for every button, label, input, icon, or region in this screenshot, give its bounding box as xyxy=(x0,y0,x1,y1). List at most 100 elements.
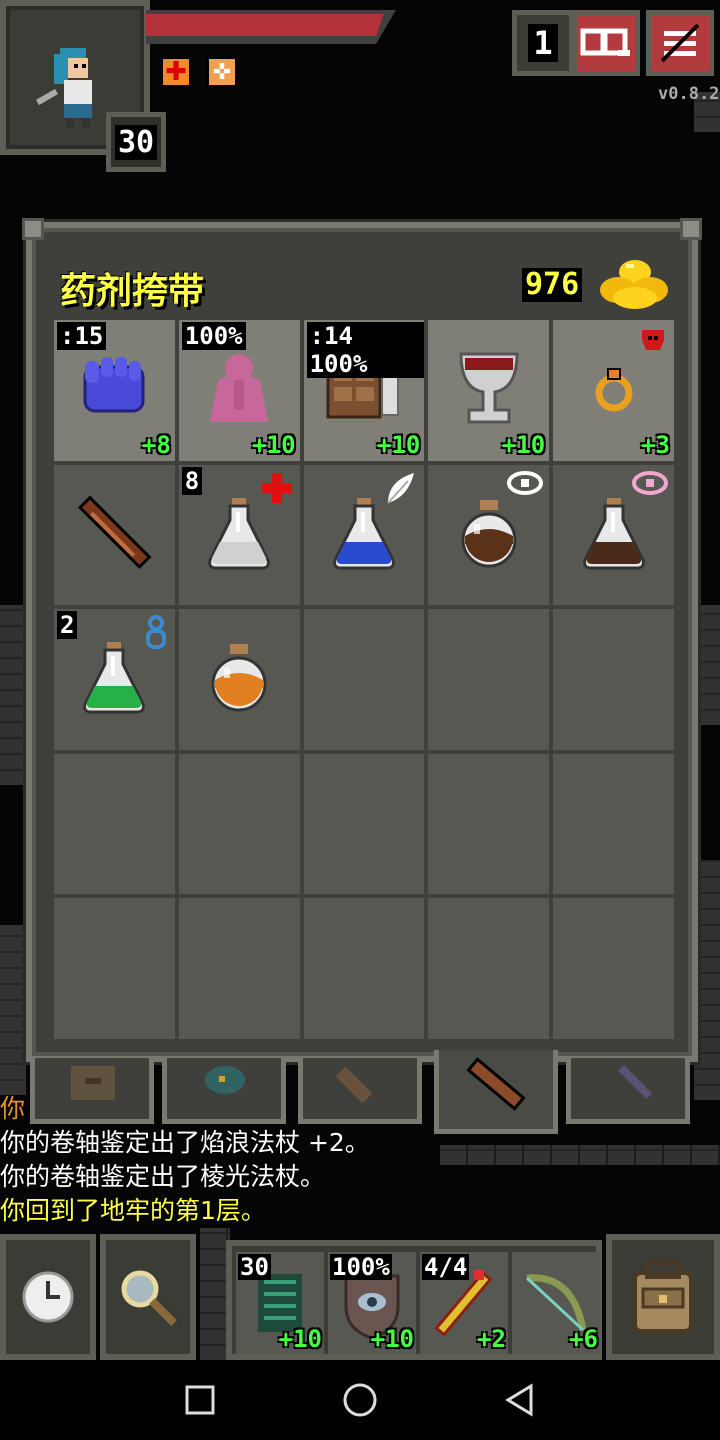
dungeon-wall xyxy=(0,925,26,1095)
slot-upgrade-label: +10 xyxy=(252,430,296,459)
wand-icon xyxy=(74,493,154,577)
feather-icon xyxy=(384,471,418,509)
inventory-slot-empty[interactable] xyxy=(426,751,552,897)
slot-top-label: 2 xyxy=(57,611,78,640)
inventory-slot-chalice[interactable]: +10 xyxy=(426,318,552,463)
journal-icon xyxy=(580,28,630,56)
blue-figure-icon xyxy=(143,615,169,653)
back-icon xyxy=(505,1383,533,1417)
inventory-slot-empty[interactable] xyxy=(551,751,676,897)
system-nav-bar xyxy=(0,1360,720,1440)
quickslot-bow[interactable]: +6 xyxy=(512,1252,600,1354)
pink-eye-icon xyxy=(631,470,668,499)
health-bar-fill xyxy=(146,14,384,36)
message-log: 你 你的卷轴鉴定出了焰浪法杖 +2。 你的卷轴鉴定出了棱光法杖。 你回到了地牢的… xyxy=(0,1092,720,1228)
slot-top-label: :14 100% xyxy=(306,322,425,378)
dungeon-wall xyxy=(0,605,26,785)
gloves-icon xyxy=(79,353,149,427)
health-bar xyxy=(146,10,396,44)
eye-icon xyxy=(507,470,544,499)
bottom-toolbar: 30 +10 100% +10 4/4 +2 +6 xyxy=(0,1228,720,1360)
log-line: 你回到了地牢的第1层。 xyxy=(0,1196,266,1225)
inventory-slot-empty[interactable] xyxy=(176,896,302,1041)
home-button[interactable] xyxy=(330,1370,390,1430)
cloak-icon xyxy=(204,350,274,430)
ring-icon xyxy=(594,363,634,417)
red-mark-icon xyxy=(638,326,668,360)
backpack-button[interactable] xyxy=(606,1234,720,1360)
potion-brown-icon xyxy=(456,498,522,572)
quickslot-bonus: +6 xyxy=(569,1325,598,1353)
bless-buff-icon[interactable]: ✜ xyxy=(206,56,238,88)
inventory-slot-potion-green[interactable]: 2 xyxy=(52,607,177,752)
regeneration-buff-icon[interactable]: ✚ xyxy=(160,56,192,88)
journal-button[interactable] xyxy=(572,10,640,76)
log-line: 你 xyxy=(0,1094,26,1123)
hero-level: 30 xyxy=(114,124,158,160)
recent-apps-button[interactable] xyxy=(170,1370,230,1430)
slot-top-label: :15 xyxy=(57,322,107,350)
quickslot-bonus: +10 xyxy=(370,1325,414,1353)
inventory-slot-gloves[interactable]: :15 +8 xyxy=(52,318,177,463)
inventory-slot-potion-blue[interactable] xyxy=(301,462,427,608)
inventory-slot-empty[interactable] xyxy=(52,896,177,1041)
slot-upgrade-label: +10 xyxy=(377,430,421,459)
inventory-slot-empty[interactable] xyxy=(301,751,427,897)
menu-button[interactable] xyxy=(646,10,714,76)
inventory-slot-potion-orange[interactable] xyxy=(176,607,302,752)
healing-cross-icon xyxy=(260,471,294,509)
inventory-slot-potion-brown[interactable] xyxy=(426,462,552,608)
clock-icon xyxy=(22,1271,74,1323)
hero-portrait-icon xyxy=(35,48,92,128)
inventory-slot-spellbook[interactable]: :14 100% +10 xyxy=(301,318,427,463)
potion-dark-icon xyxy=(581,496,647,574)
slot-upgrade-label: +8 xyxy=(141,430,171,459)
inventory-slot-empty[interactable] xyxy=(301,607,427,752)
inventory-slot-cloak[interactable]: 100% +10 xyxy=(176,318,302,463)
quickslot-bonus: +10 xyxy=(278,1325,322,1353)
inventory-slot-potion-white[interactable]: 8 xyxy=(176,462,302,608)
inventory-slot-ring[interactable]: +3 xyxy=(551,318,676,463)
search-button[interactable] xyxy=(100,1234,196,1360)
inventory-slot-empty[interactable] xyxy=(426,896,552,1041)
depth-indicator[interactable]: 1 xyxy=(512,10,574,76)
menu-icon xyxy=(660,23,700,63)
quickslot-bar: 30 +10 100% +10 4/4 +2 +6 xyxy=(226,1240,602,1360)
inventory-slot-empty[interactable] xyxy=(301,896,427,1041)
slot-top-label: 8 xyxy=(181,466,203,495)
depth-number: 1 xyxy=(528,24,558,62)
inventory-grid: :15 +8 100% +10:14 100% +10 +10 +3 8 2 xyxy=(52,318,676,1041)
inventory-title: 药剂挎带 xyxy=(60,271,205,312)
quickslot-top-label: 4/4 xyxy=(422,1253,470,1281)
inventory-slot-empty[interactable] xyxy=(551,607,676,752)
slot-upgrade-label: +3 xyxy=(641,430,670,459)
quickslot-armor[interactable]: 30 +10 xyxy=(236,1252,324,1354)
potion-green-icon xyxy=(81,640,147,718)
inventory-slot-empty[interactable] xyxy=(176,751,302,897)
inventory-slot-potion-dark[interactable] xyxy=(551,462,676,608)
quickslot-wand[interactable]: 4/4 +2 xyxy=(420,1252,508,1354)
gold-pile-icon xyxy=(600,260,668,309)
recent-apps-icon xyxy=(185,1385,215,1415)
chalice-icon xyxy=(457,350,521,430)
log-line: 你的卷轴鉴定出了棱光法杖。 xyxy=(0,1162,326,1191)
inventory-slot-wand[interactable] xyxy=(52,462,177,608)
inventory-window: 药剂挎带 976 :15 +8 100% +10:14 100% +10 +10 +3 8 2 xyxy=(22,218,702,1062)
backpack-icon xyxy=(633,1261,693,1333)
magnifier-icon xyxy=(121,1270,177,1326)
window-corner xyxy=(680,218,702,240)
back-button[interactable] xyxy=(490,1370,550,1430)
quickslot-top-label: 30 xyxy=(238,1253,271,1281)
quickslot-shield[interactable]: 100% +10 xyxy=(328,1252,416,1354)
slot-upgrade-label: +10 xyxy=(501,430,546,459)
gold-count: 976 xyxy=(522,268,583,302)
quickslot-bonus: +2 xyxy=(477,1325,506,1353)
potion-orange-icon xyxy=(206,642,272,716)
inventory-slot-empty[interactable] xyxy=(551,896,676,1041)
wait-button[interactable] xyxy=(0,1234,96,1360)
quickslot-top-label: 100% xyxy=(330,1253,392,1281)
inventory-slot-empty[interactable] xyxy=(52,751,177,897)
inventory-slot-empty[interactable] xyxy=(426,607,552,752)
home-icon xyxy=(343,1383,377,1417)
version-label: v0.8.2 xyxy=(658,84,720,104)
